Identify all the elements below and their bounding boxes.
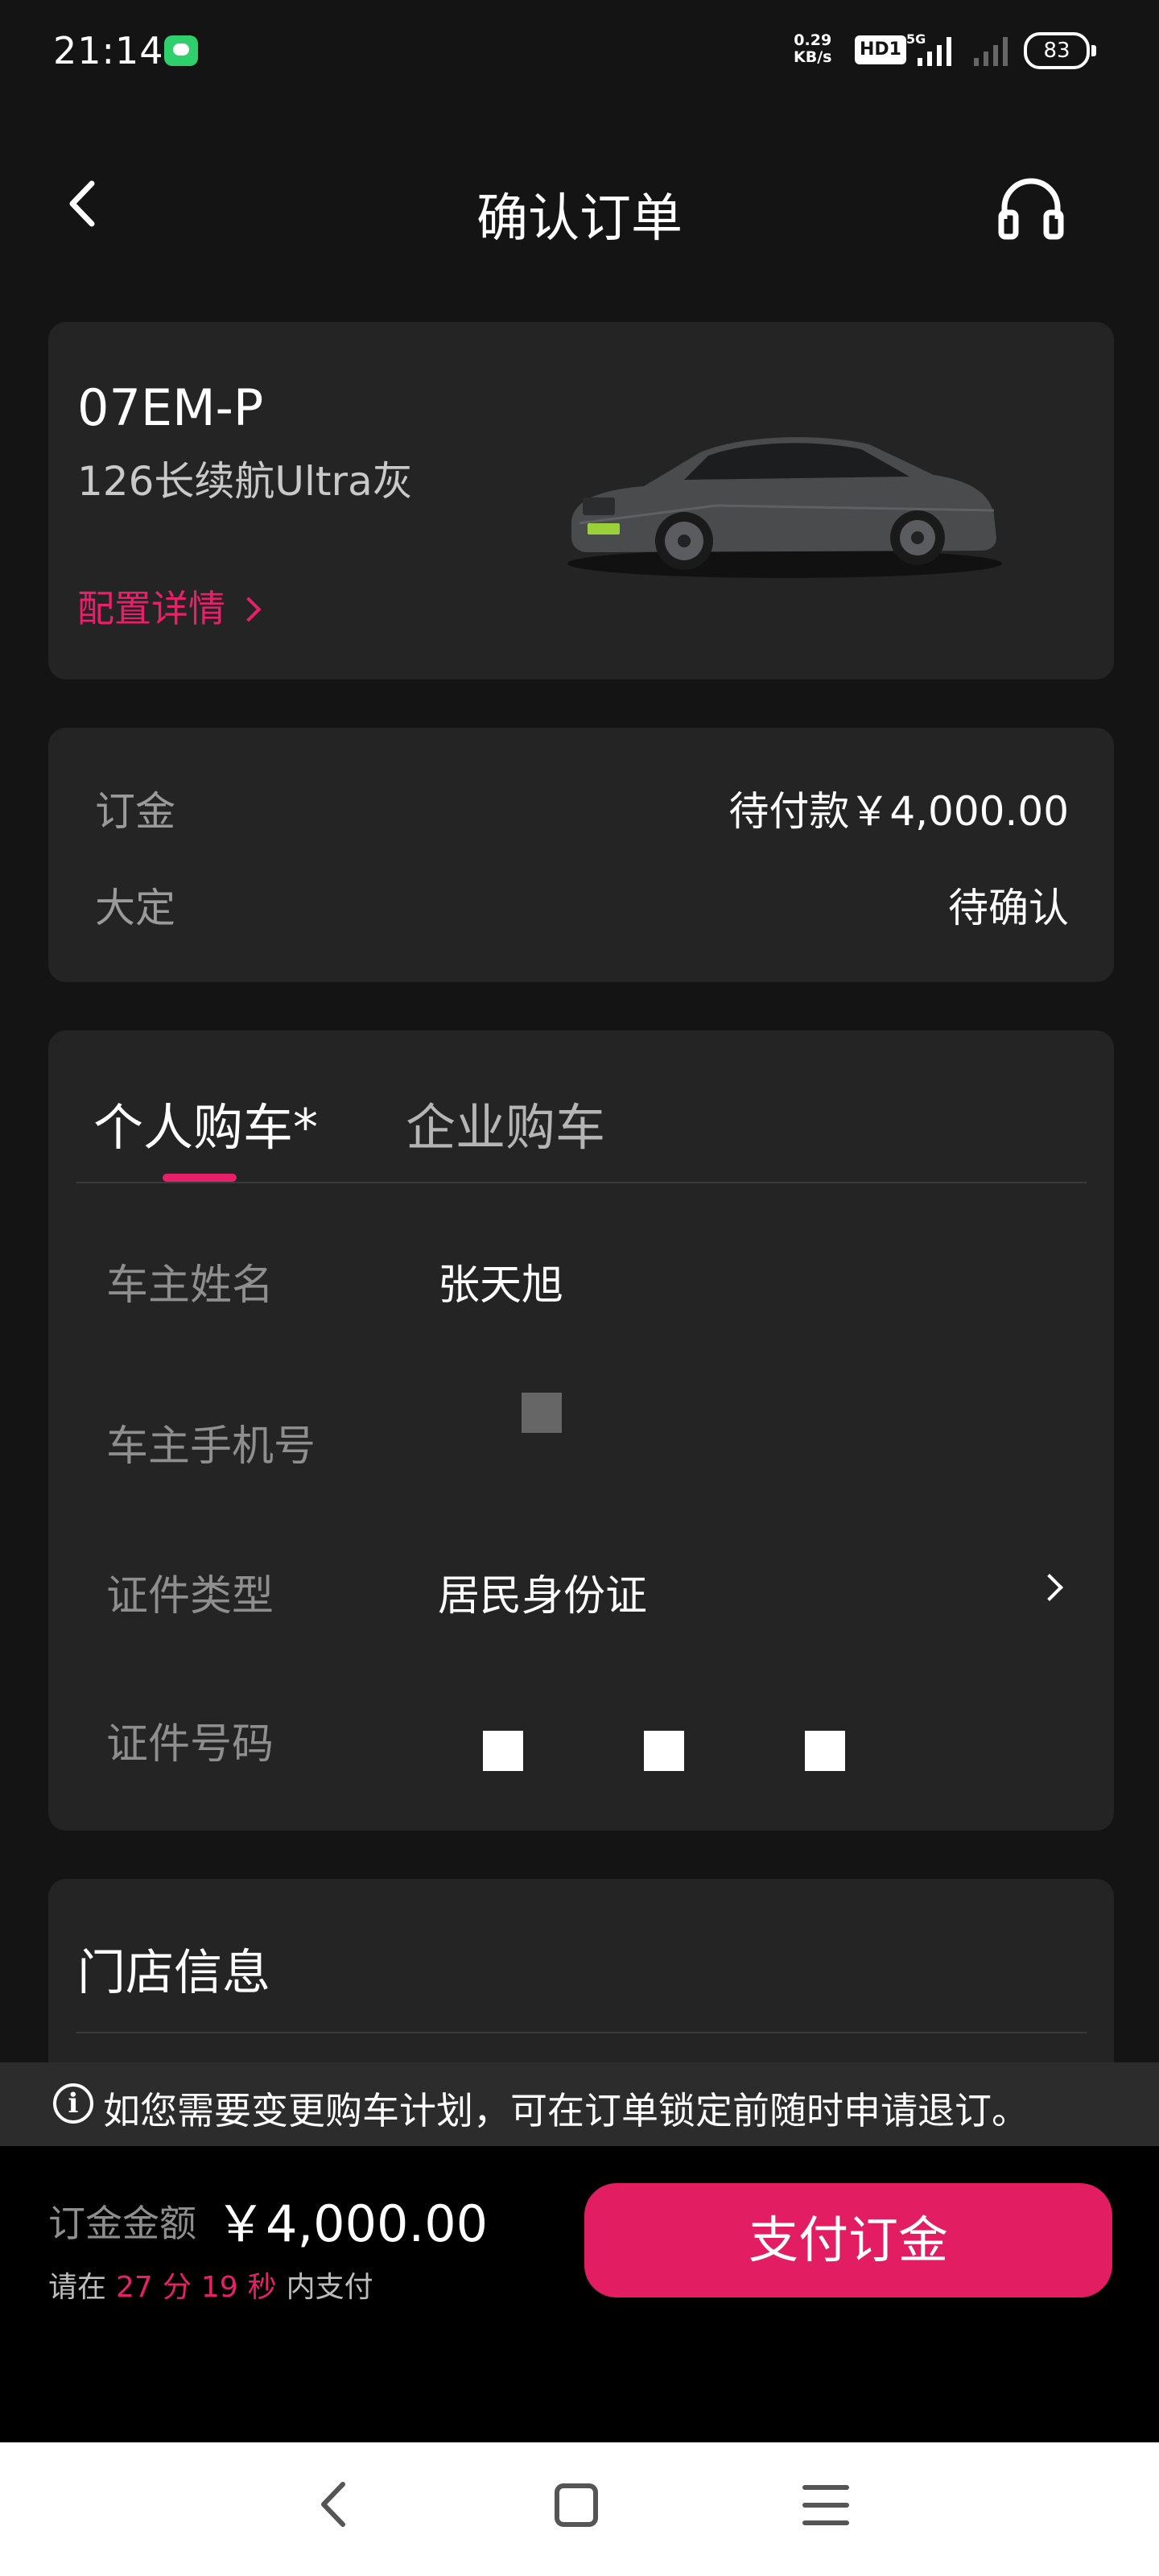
redacted-phone-block [522,1393,562,1433]
hd-badge: HD1 [855,35,906,64]
vehicle-summary-card: 07EM-P 126长续航Ultra灰 配置详情 [48,322,1114,679]
network-speed-value: 0.29 [794,31,832,49]
system-navigation-bar [0,2442,1159,2576]
store-divider [76,2032,1087,2033]
owner-phone-row[interactable]: 车主手机号 [106,1393,1069,1473]
battery-indicator: 83 [1024,32,1096,69]
car-model-name: 07EM-P [77,378,264,437]
owner-phone-label: 车主手机号 [106,1422,316,1471]
checkout-bar: 订金金额 ￥4,000.00 请在 27 分 19 秒内支付 支付订金 [0,2146,1159,2442]
redacted-id-block-2 [644,1731,684,1771]
final-payment-status-value: 待确认 [948,885,1069,931]
buyer-info-card: 个人购车* 企业购车 车主姓名 张天旭 车主手机号 证件类型 居民身份证 证件号… [48,1030,1114,1831]
id-number-label: 证件号码 [106,1720,274,1769]
page-title: 确认订单 [476,189,683,249]
store-info-title: 门店信息 [77,1945,270,2001]
customer-service-headset-icon[interactable] [995,172,1067,245]
system-menu-icon[interactable] [797,2476,855,2534]
chevron-right-icon [1036,1574,1063,1601]
network-type-label: 5G [906,31,926,47]
config-details-label: 配置详情 [77,587,225,630]
status-time: 21:14 [53,29,164,72]
countdown-minutes: 27 [116,2271,153,2304]
countdown-seconds-unit: 秒 [247,2271,277,2304]
chevron-right-icon [236,597,262,622]
countdown-minutes-unit: 分 [162,2271,192,2304]
active-tab-indicator [163,1174,237,1182]
refund-notice-bar: i 如您需要变更购车计划，可在订单锁定前随时申请退订。 [0,2062,1159,2146]
tab-enterprise-purchase[interactable]: 企业购车 [406,1087,605,1159]
owner-name-row[interactable]: 车主姓名 张天旭 [106,1240,1069,1312]
system-home-icon[interactable] [547,2476,605,2534]
car-image [567,437,1002,578]
deposit-label: 订金 [95,788,175,835]
deposit-row: 订金 待付款￥4,000.00 [95,779,1069,836]
payment-countdown: 请在 27 分 19 秒内支付 [48,2264,373,2306]
id-type-row[interactable]: 证件类型 居民身份证 [106,1550,1069,1623]
system-back-icon[interactable] [307,2476,364,2533]
redacted-id-block-1 [483,1731,523,1771]
config-details-link[interactable]: 配置详情 [77,580,262,633]
refund-notice-text: 如您需要变更购车计划，可在订单锁定前随时申请退订。 [103,2089,1029,2132]
page-header: 确认订单 [0,161,1159,250]
network-speed: 0.29 KB/s [794,32,831,66]
countdown-suffix: 内支付 [286,2271,373,2304]
id-number-row[interactable]: 证件号码 [106,1699,1069,1771]
payment-status-card: 订金 待付款￥4,000.00 大定 待确认 [48,728,1114,982]
countdown-seconds: 19 [200,2271,238,2304]
signal-5g-icon: 5G [906,31,951,66]
deposit-amount-label: 订金金额 [48,2202,196,2245]
tab-personal-purchase[interactable]: 个人购车* [93,1087,318,1159]
signal-secondary-icon [974,37,1008,66]
car-variant-name: 126长续航Ultra灰 [77,458,413,505]
id-type-value: 居民身份证 [438,1572,648,1620]
owner-name-label: 车主姓名 [106,1261,274,1310]
wechat-notification-icon [164,35,198,66]
deposit-status-value: 待付款￥4,000.00 [728,788,1069,835]
tab-divider [76,1182,1087,1183]
countdown-prefix: 请在 [48,2271,107,2304]
network-speed-unit: KB/s [794,48,832,66]
id-type-label: 证件类型 [106,1572,274,1620]
redacted-id-block-3 [805,1731,845,1771]
pay-deposit-button[interactable]: 支付订金 [584,2183,1112,2297]
final-payment-row: 大定 待确认 [95,876,1069,932]
owner-name-value[interactable]: 张天旭 [438,1251,563,1311]
status-bar: 21:14 0.29 KB/s HD1 5G 83 [0,0,1159,103]
deposit-amount-value: ￥4,000.00 [216,2194,489,2253]
info-icon: i [53,2083,93,2124]
final-payment-label: 大定 [95,885,175,931]
